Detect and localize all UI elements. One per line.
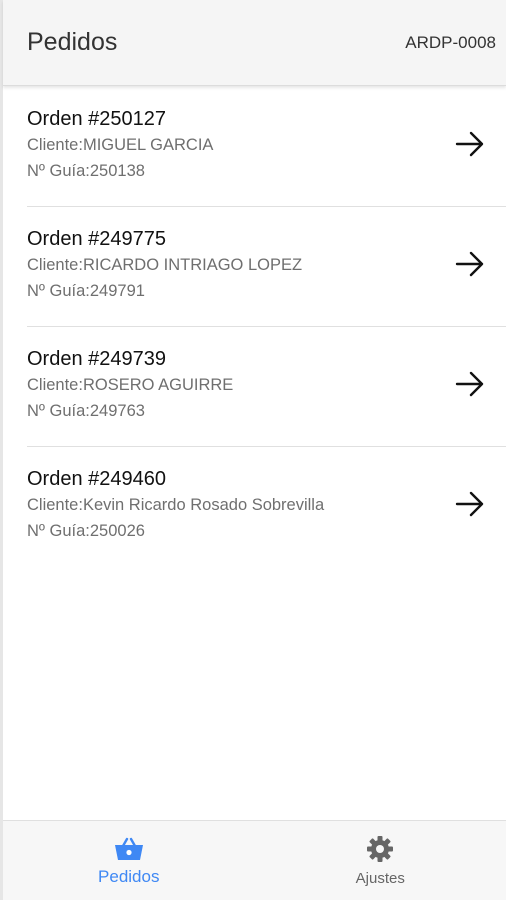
nav-label-ajustes: Ajustes xyxy=(355,870,405,887)
order-guide-number: Nº Guía:249763 xyxy=(27,402,145,420)
app-bar: Pedidos ARDP-0008 xyxy=(3,0,506,86)
nav-label-pedidos: Pedidos xyxy=(98,867,160,886)
store-code: ARDP-0008 xyxy=(405,32,496,52)
order-list-item[interactable]: Orden #249460 Cliente:Kevin Ricardo Rosa… xyxy=(3,446,506,566)
order-guide-number: Nº Guía:250138 xyxy=(27,162,145,180)
order-guide-number: Nº Guía:249791 xyxy=(27,282,145,300)
page-title: Pedidos xyxy=(27,28,118,56)
order-client: Cliente:Kevin Ricardo Rosado Sobrevilla xyxy=(27,496,325,514)
order-title: Orden #250127 xyxy=(27,108,167,130)
order-client: Cliente:ROSERO AGUIRRE xyxy=(27,376,234,394)
basket-icon xyxy=(113,834,145,864)
gear-icon xyxy=(365,834,395,864)
arrow-right-icon[interactable] xyxy=(450,124,490,164)
nav-tab-ajustes[interactable]: Ajustes xyxy=(255,821,506,900)
order-list: Orden #250127 Cliente:MIGUEL GARCIA Nº G… xyxy=(3,86,506,566)
bottom-nav: Pedidos Ajustes xyxy=(3,820,506,900)
order-title: Orden #249775 xyxy=(27,228,167,250)
nav-tab-pedidos[interactable]: Pedidos xyxy=(3,821,255,900)
arrow-right-icon[interactable] xyxy=(450,364,490,404)
order-title: Orden #249460 xyxy=(27,468,167,490)
order-title: Orden #249739 xyxy=(27,348,167,370)
order-list-item[interactable]: Orden #250127 Cliente:MIGUEL GARCIA Nº G… xyxy=(3,86,506,206)
arrow-right-icon[interactable] xyxy=(450,484,490,524)
order-client: Cliente:MIGUEL GARCIA xyxy=(27,136,214,154)
order-guide-number: Nº Guía:250026 xyxy=(27,522,145,540)
order-client: Cliente:RICARDO INTRIAGO LOPEZ xyxy=(27,256,303,274)
order-list-item[interactable]: Orden #249775 Cliente:RICARDO INTRIAGO L… xyxy=(3,206,506,326)
arrow-right-icon[interactable] xyxy=(450,244,490,284)
order-list-item[interactable]: Orden #249739 Cliente:ROSERO AGUIRRE Nº … xyxy=(3,326,506,446)
